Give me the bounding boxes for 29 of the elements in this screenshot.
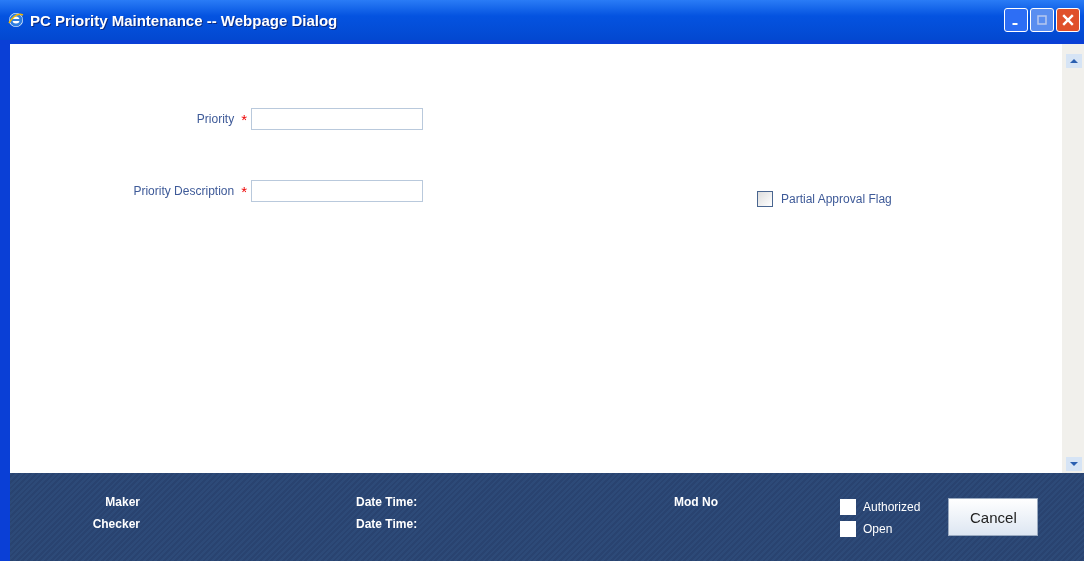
cancel-button[interactable]: Cancel	[948, 498, 1039, 536]
checkbox-label: Partial Approval Flag	[781, 192, 892, 206]
maker-label: Maker	[105, 495, 140, 509]
checkbox[interactable]	[757, 191, 773, 207]
minimize-button[interactable]	[1004, 8, 1028, 32]
required-mark: *	[241, 182, 247, 200]
browser-icon	[8, 12, 24, 28]
maximize-button[interactable]	[1030, 8, 1054, 32]
window-title: PC Priority Maintenance -- Webpage Dialog	[30, 11, 338, 29]
field-label: Priority Description	[133, 184, 235, 198]
input-field[interactable]	[251, 108, 423, 130]
minimize-icon	[1011, 23, 1018, 25]
field-label: Priority	[196, 112, 235, 126]
checkbox[interactable]	[840, 499, 856, 515]
maximize-icon	[1037, 15, 1047, 25]
checkbox-label: Open	[863, 522, 893, 536]
required-mark: *	[241, 110, 247, 128]
scroll-up-icon[interactable]	[1066, 54, 1082, 68]
checkbox[interactable]	[840, 521, 856, 537]
input-field[interactable]	[251, 180, 423, 202]
close-icon	[1062, 14, 1074, 26]
checkbox-label: Authorized	[863, 500, 921, 514]
close-button[interactable]	[1056, 8, 1080, 32]
date-time-label: Date Time:	[356, 495, 419, 509]
scroll-down-icon[interactable]	[1066, 457, 1082, 471]
scrollbar[interactable]	[1062, 44, 1084, 473]
date-time-label: Date Time:	[356, 517, 419, 531]
mod-no-label: Mod No	[674, 495, 719, 509]
checker-label: Checker	[92, 517, 140, 531]
